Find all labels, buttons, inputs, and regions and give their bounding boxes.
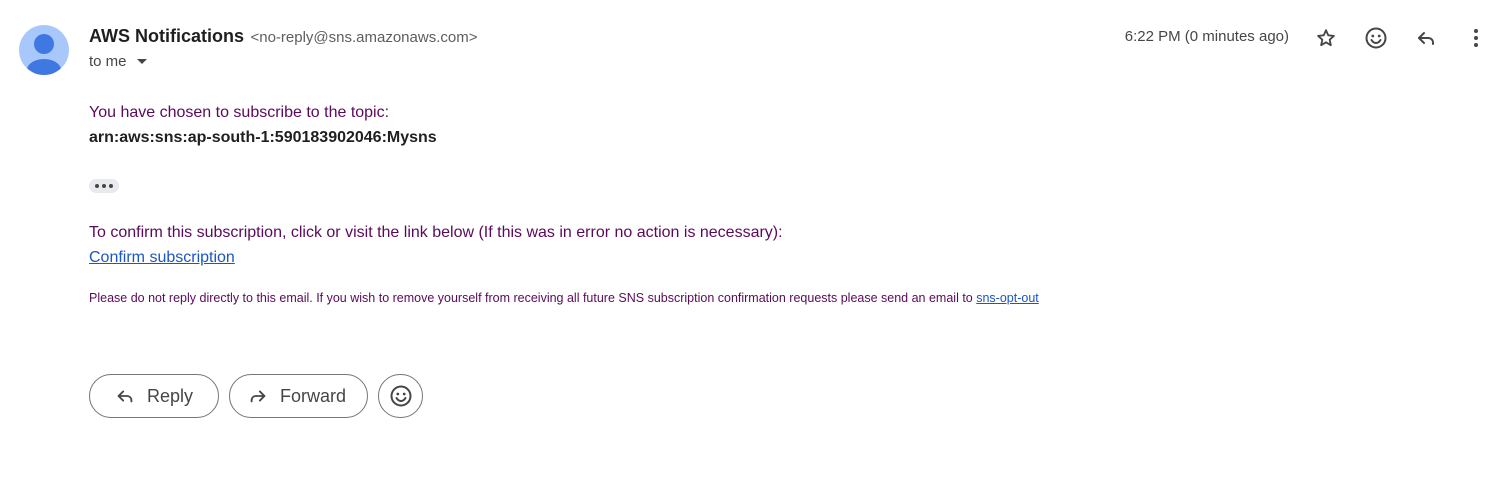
footer-note: Please do not reply directly to this ema…	[89, 291, 1039, 305]
emoji-reaction-button[interactable]	[378, 374, 423, 418]
forward-icon	[247, 385, 269, 407]
sender-email: <no-reply@sns.amazonaws.com>	[250, 29, 478, 46]
emoji-react-icon[interactable]	[1360, 22, 1392, 54]
show-details-dropdown-icon[interactable]	[136, 59, 147, 64]
footer-text: Please do not reply directly to this ema…	[89, 291, 977, 305]
reply-label: Reply	[147, 385, 194, 406]
emoji-icon	[389, 384, 413, 408]
reply-button[interactable]: Reply	[89, 374, 219, 418]
sns-opt-out-link[interactable]: sns-opt-out	[976, 291, 1039, 305]
email-timestamp: 6:22 PM (0 minutes ago)	[1124, 28, 1289, 45]
forward-label: Forward	[280, 385, 347, 406]
recipient-line: to me	[89, 53, 147, 70]
more-vert-icon[interactable]	[1460, 22, 1492, 54]
sender-line: AWS Notifications <no-reply@sns.amazonaw…	[89, 26, 477, 47]
confirm-instructions: To confirm this subscription, click or v…	[89, 224, 783, 241]
reply-icon[interactable]	[1410, 22, 1442, 54]
sender-name[interactable]: AWS Notifications	[89, 26, 244, 46]
forward-button[interactable]: Forward	[229, 374, 368, 418]
star-icon[interactable]	[1310, 22, 1342, 54]
confirm-subscription-link[interactable]: Confirm subscription	[89, 249, 235, 267]
reply-icon	[114, 385, 136, 407]
sender-avatar[interactable]	[19, 25, 69, 75]
email-view: AWS Notifications <no-reply@sns.amazonaw…	[0, 0, 1510, 478]
subscription-intro: You have chosen to subscribe to the topi…	[89, 104, 390, 121]
show-trimmed-content-button[interactable]	[89, 179, 119, 193]
recipient-label: to me	[89, 53, 127, 70]
person-icon	[27, 34, 61, 75]
topic-arn: arn:aws:sns:ap-south-1:590183902046:Mysn…	[89, 129, 437, 146]
